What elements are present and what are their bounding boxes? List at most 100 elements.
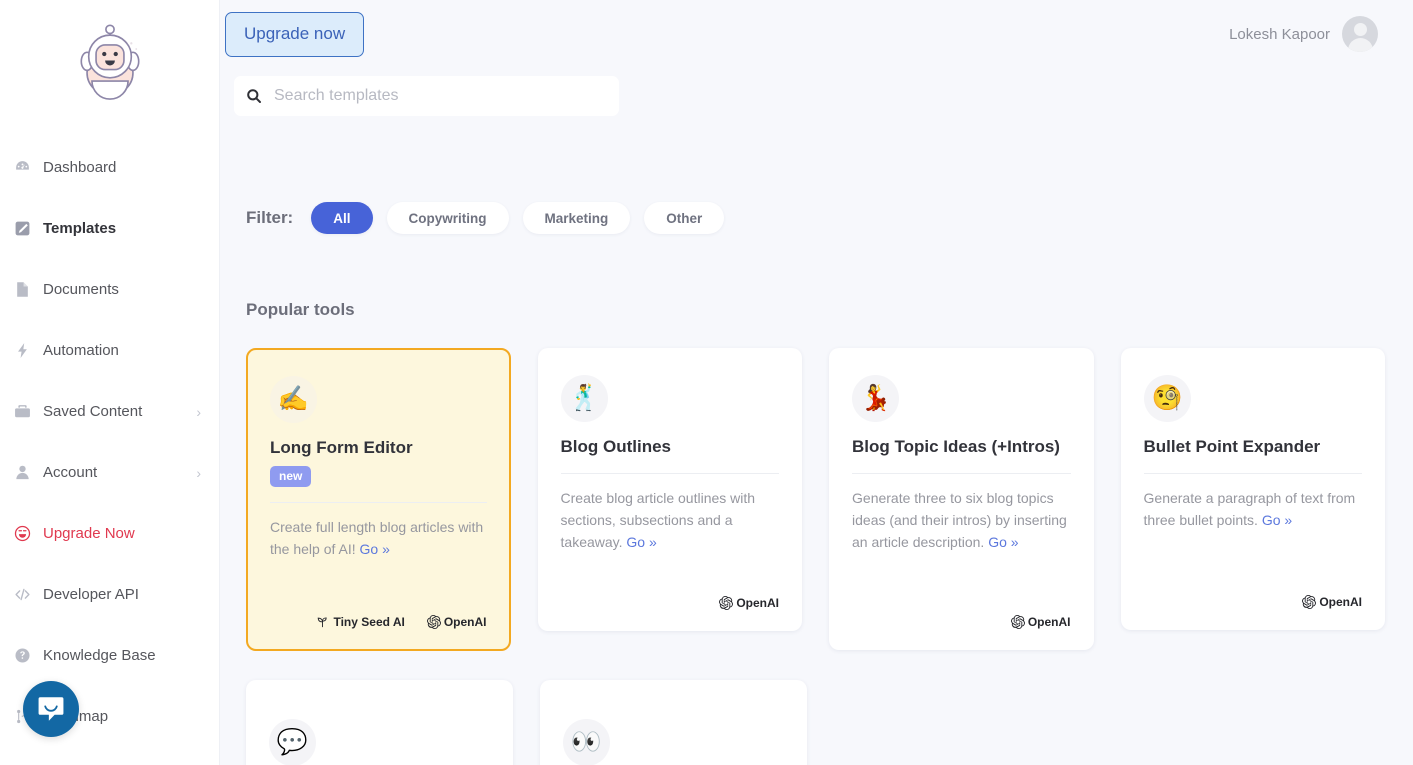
upgrade-now-button[interactable]: Upgrade now (225, 12, 364, 57)
briefcase-icon (14, 403, 40, 420)
sidebar-item-templates[interactable]: Templates (0, 198, 219, 259)
logo-container[interactable] (0, 0, 219, 125)
app-root: Dashboard Templates Documents Automation (0, 0, 1413, 765)
filter-pill-marketing[interactable]: Marketing (523, 202, 631, 234)
woman-dancing-emoji: 💃 (852, 375, 899, 422)
search-input[interactable] (274, 87, 607, 105)
card-divider (561, 473, 780, 474)
code-icon (14, 586, 40, 603)
content-area: Filter: All Copywriting Marketing Other … (220, 202, 1413, 765)
avatar[interactable] (1342, 16, 1378, 52)
sidebar-item-label: Documents (43, 281, 119, 298)
user-menu[interactable]: Lokesh Kapoor (1229, 16, 1378, 52)
template-card-blog-topic-ideas[interactable]: 💃 Blog Topic Ideas (+Intros) Generate th… (829, 348, 1094, 650)
sidebar-item-upgrade-now[interactable]: Upgrade Now (0, 503, 219, 564)
sidebar-item-saved-content[interactable]: Saved Content › (0, 381, 219, 442)
card-footer: OpenAI (852, 597, 1071, 629)
openai-logo-icon (1011, 615, 1025, 629)
sidebar-item-label: Upgrade Now (43, 525, 135, 542)
card-divider (852, 473, 1071, 474)
grinning-face-icon (14, 525, 40, 542)
template-card-blog-outlines[interactable]: 🕺 Blog Outlines Create blog article outl… (538, 348, 803, 631)
sidebar-item-account[interactable]: Account › (0, 442, 219, 503)
openai-logo-icon (1302, 595, 1316, 609)
sidebar-item-label: Developer API (43, 586, 139, 603)
card-footer: OpenAI (561, 578, 780, 610)
sidebar-item-developer-api[interactable]: Developer API (0, 564, 219, 625)
template-card-bullet-point-expander[interactable]: 🧐 Bullet Point Expander Generate a parag… (1121, 348, 1386, 630)
man-dancing-emoji: 🕺 (561, 375, 608, 422)
template-card-row2-1[interactable]: 💬 (246, 680, 513, 765)
card-footer: Tiny Seed AI OpenAI (270, 596, 487, 629)
openai-logo-icon (719, 596, 733, 610)
card-divider (270, 502, 487, 503)
card-description: Create blog article outlines with sectio… (561, 488, 780, 553)
card-title: Blog Topic Ideas (+Intros) (852, 436, 1071, 458)
filter-pill-copywriting[interactable]: Copywriting (387, 202, 509, 234)
sidebar-item-label: Knowledge Base (43, 647, 156, 664)
search-bar[interactable] (234, 76, 619, 116)
card-description-text: Generate three to six blog topics ideas … (852, 490, 1067, 549)
intercom-chat-launcher[interactable] (23, 681, 79, 737)
brand-label: OpenAI (736, 596, 779, 610)
card-divider (1144, 473, 1363, 474)
card-go-link[interactable]: Go » (360, 541, 390, 557)
brand-label: OpenAI (444, 615, 487, 629)
brand-openai: OpenAI (1302, 595, 1362, 609)
card-title: Blog Outlines (561, 436, 780, 458)
lightning-icon (14, 342, 40, 359)
card-description-text: Create blog article outlines with sectio… (561, 490, 756, 549)
brand-openai: OpenAI (719, 596, 779, 610)
main-content: Upgrade now Lokesh Kapoor Filter: All Co… (220, 0, 1413, 765)
filter-label: Filter: (246, 208, 293, 228)
monocle-face-emoji: 🧐 (1144, 375, 1191, 422)
brand-tiny-seed-ai: Tiny Seed AI (315, 614, 404, 629)
chevron-right-icon: › (196, 405, 201, 419)
sidebar-item-automation[interactable]: Automation (0, 320, 219, 381)
template-card-long-form-editor[interactable]: ✍️ Long Form Editor new Create full leng… (246, 348, 511, 651)
card-go-link[interactable]: Go » (1262, 512, 1292, 528)
chevron-right-icon: › (196, 466, 201, 480)
sidebar-item-knowledge-base[interactable]: Knowledge Base (0, 625, 219, 686)
writing-hand-emoji: ✍️ (270, 376, 317, 423)
eyes-emoji: 👀 (563, 719, 610, 765)
openai-logo-icon (427, 615, 441, 629)
filter-bar: Filter: All Copywriting Marketing Other (246, 202, 1385, 234)
person-icon (14, 464, 40, 481)
sidebar-item-label: Dashboard (43, 159, 116, 176)
sidebar: Dashboard Templates Documents Automation (0, 0, 220, 765)
user-name-label: Lokesh Kapoor (1229, 26, 1330, 43)
chat-bubble-icon (36, 694, 66, 724)
card-description: Generate a paragraph of text from three … (1144, 488, 1363, 531)
brand-label: OpenAI (1028, 615, 1071, 629)
template-card-grid: ✍️ Long Form Editor new Create full leng… (246, 348, 1385, 651)
section-title: Popular tools (246, 300, 1385, 320)
status-badge-new: new (270, 466, 311, 487)
filter-pill-all[interactable]: All (311, 202, 372, 234)
template-card-row2-2[interactable]: 👀 (540, 680, 807, 765)
filter-pill-other[interactable]: Other (644, 202, 724, 234)
sidebar-item-label: Account (43, 464, 97, 481)
card-description: Create full length blog articles with th… (270, 517, 487, 560)
top-bar: Upgrade now Lokesh Kapoor (220, 0, 1413, 72)
card-footer: OpenAI (1144, 577, 1363, 609)
pencil-square-icon (14, 220, 40, 237)
gauge-icon (14, 159, 40, 176)
sidebar-item-dashboard[interactable]: Dashboard (0, 137, 219, 198)
robot-logo-icon (69, 22, 151, 104)
sidebar-item-label: Templates (43, 220, 116, 237)
avatar-body-shape (1348, 38, 1373, 52)
brand-openai: OpenAI (1011, 615, 1071, 629)
card-go-link[interactable]: Go » (626, 534, 656, 550)
card-go-link[interactable]: Go » (988, 534, 1018, 550)
speech-balloon-emoji: 💬 (269, 719, 316, 765)
avatar-head-shape (1354, 23, 1367, 36)
sidebar-item-documents[interactable]: Documents (0, 259, 219, 320)
sidebar-item-label: Saved Content (43, 403, 142, 420)
sidebar-nav: Dashboard Templates Documents Automation (0, 125, 219, 747)
brand-openai: OpenAI (427, 615, 487, 629)
sidebar-item-label: Automation (43, 342, 119, 359)
card-description: Generate three to six blog topics ideas … (852, 488, 1071, 553)
brand-label: Tiny Seed AI (333, 615, 404, 629)
template-card-grid-row2: 💬 👀 (246, 680, 1385, 765)
